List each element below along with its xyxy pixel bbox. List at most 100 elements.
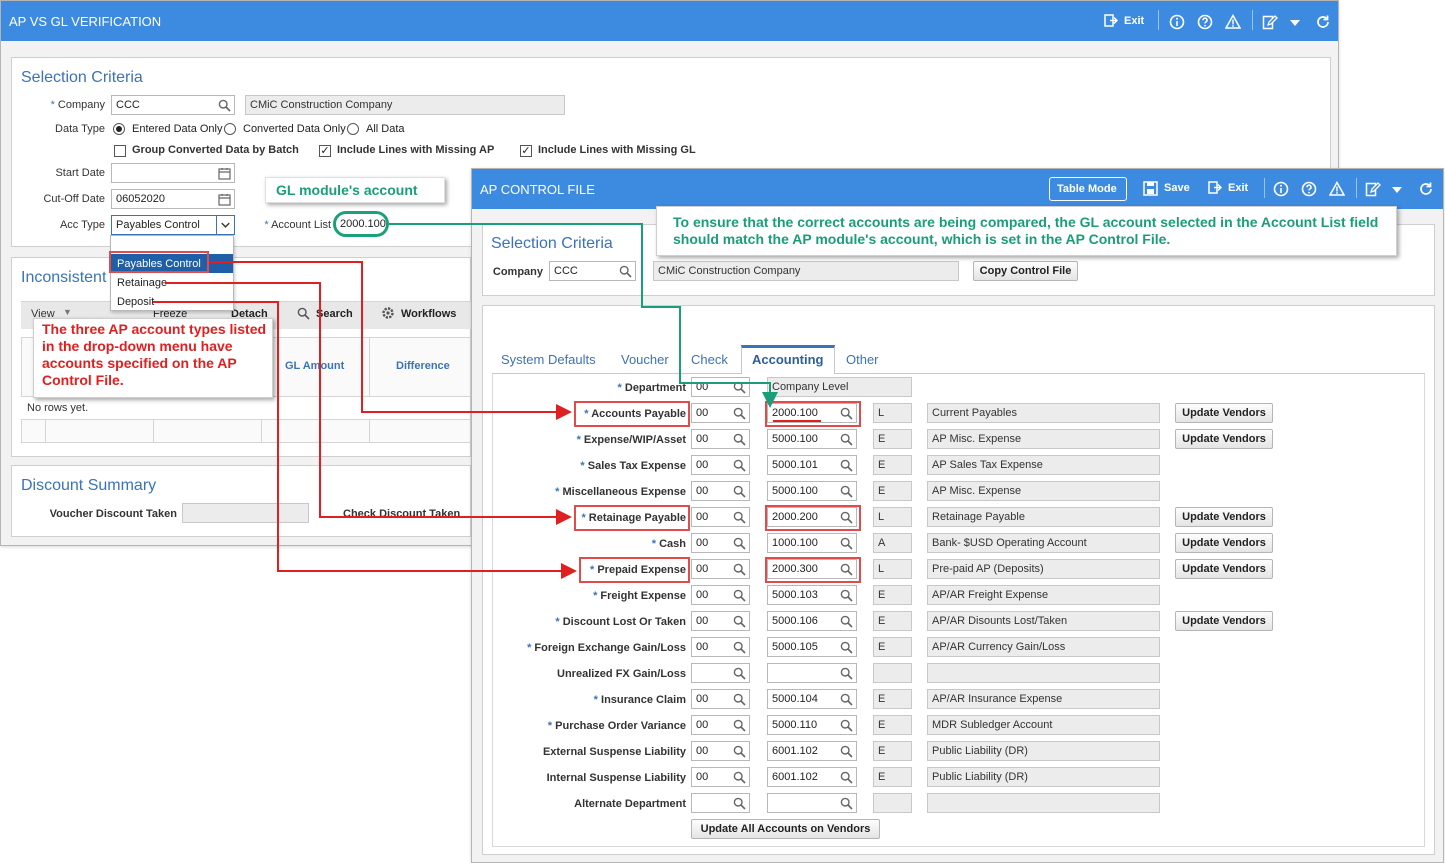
search-icon[interactable]: [840, 537, 853, 550]
search-icon[interactable]: [840, 641, 853, 654]
tab-accounting[interactable]: Accounting: [752, 352, 824, 367]
alternate-department-dept-input[interactable]: [691, 793, 750, 813]
discount-lost-or-taken-account-input[interactable]: 5000.106: [767, 611, 857, 631]
search-button[interactable]: Search: [316, 308, 353, 320]
insurance-claim-dept-input[interactable]: 00: [691, 689, 750, 709]
ap-control-company-input[interactable]: CCC: [549, 261, 636, 281]
exit-icon[interactable]: [1208, 181, 1222, 195]
unrealized-fx-gain-loss-account-input[interactable]: [767, 663, 857, 683]
expense-wip-asset-update-vendors-button[interactable]: Update Vendors: [1175, 429, 1273, 449]
external-suspense-liability-account-input[interactable]: 6001.102: [767, 741, 857, 761]
search-icon[interactable]: [840, 485, 853, 498]
help-icon[interactable]: [1301, 181, 1317, 197]
expense-wip-asset-account-input[interactable]: 5000.100: [767, 429, 857, 449]
edit-icon[interactable]: [1262, 14, 1278, 30]
freight-expense-account-input[interactable]: 5000.103: [767, 585, 857, 605]
calendar-icon[interactable]: [218, 193, 231, 206]
save-icon[interactable]: [1143, 181, 1158, 196]
company-input[interactable]: CCC: [111, 95, 235, 115]
search-icon[interactable]: [733, 615, 746, 628]
warning-icon[interactable]: [1225, 14, 1241, 30]
update-all-accounts-button[interactable]: Update All Accounts on Vendors: [691, 819, 880, 839]
purchase-order-variance-account-input[interactable]: 5000.110: [767, 715, 857, 735]
search-icon[interactable]: [733, 511, 746, 524]
include-missing-gl-checkbox[interactable]: ✓: [520, 145, 532, 157]
search-icon[interactable]: [733, 641, 746, 654]
search-icon[interactable]: [733, 537, 746, 550]
dropdown-icon[interactable]: [1389, 182, 1405, 198]
search-icon[interactable]: [733, 459, 746, 472]
miscellaneous-expense-account-input[interactable]: 5000.100: [767, 481, 857, 501]
search-icon[interactable]: [218, 99, 231, 112]
retainage-payable-update-vendors-button[interactable]: Update Vendors: [1175, 507, 1273, 527]
calendar-icon[interactable]: [218, 167, 231, 180]
foreign-exchange-gain-loss-account-input[interactable]: 5000.105: [767, 637, 857, 657]
edit-icon[interactable]: [1365, 181, 1381, 197]
external-suspense-liability-dept-input[interactable]: 00: [691, 741, 750, 761]
refresh-icon[interactable]: [1418, 181, 1434, 197]
discount-lost-or-taken-update-vendors-button[interactable]: Update Vendors: [1175, 611, 1273, 631]
search-icon[interactable]: [840, 771, 853, 784]
info-icon[interactable]: [1169, 14, 1185, 30]
cash-update-vendors-button[interactable]: Update Vendors: [1175, 533, 1273, 553]
discount-lost-or-taken-dept-input[interactable]: 00: [691, 611, 750, 631]
tab-voucher[interactable]: Voucher: [621, 352, 669, 367]
dropdown-option-retainage[interactable]: Retainage: [117, 277, 167, 289]
tab-other[interactable]: Other: [846, 352, 879, 367]
search-icon[interactable]: [733, 563, 746, 576]
search-icon[interactable]: [733, 381, 746, 394]
search-icon[interactable]: [733, 667, 746, 680]
dropdown-icon[interactable]: [1287, 15, 1303, 31]
all-data-radio[interactable]: [347, 123, 359, 135]
gl-amount-column-header[interactable]: GL Amount: [285, 360, 344, 372]
include-missing-ap-checkbox[interactable]: ✓: [319, 145, 331, 157]
info-icon[interactable]: [1273, 181, 1289, 197]
exit-button[interactable]: Exit: [1228, 182, 1248, 194]
department-input[interactable]: 00: [691, 377, 750, 397]
difference-column-header[interactable]: Difference: [396, 360, 450, 372]
alternate-department-account-input[interactable]: [767, 793, 857, 813]
tab-system-defaults[interactable]: System Defaults: [501, 352, 596, 367]
search-icon[interactable]: [840, 459, 853, 472]
unrealized-fx-gain-loss-dept-input[interactable]: [691, 663, 750, 683]
acc-type-select[interactable]: Payables Control: [111, 215, 235, 235]
accounts-payable-dept-input[interactable]: 00: [691, 403, 750, 423]
sales-tax-expense-account-input[interactable]: 5000.101: [767, 455, 857, 475]
search-icon[interactable]: [733, 407, 746, 420]
search-icon[interactable]: [840, 667, 853, 680]
workflows-button[interactable]: Workflows: [401, 308, 456, 320]
search-icon[interactable]: [840, 797, 853, 810]
group-converted-checkbox[interactable]: [114, 145, 126, 157]
search-icon[interactable]: [733, 745, 746, 758]
search-icon[interactable]: [840, 745, 853, 758]
search-icon[interactable]: [733, 433, 746, 446]
refresh-icon[interactable]: [1315, 14, 1331, 30]
expense-wip-asset-dept-input[interactable]: 00: [691, 429, 750, 449]
foreign-exchange-gain-loss-dept-input[interactable]: 00: [691, 637, 750, 657]
search-icon[interactable]: [840, 589, 853, 602]
search-icon[interactable]: [619, 265, 632, 278]
search-icon[interactable]: [840, 433, 853, 446]
search-icon[interactable]: [733, 589, 746, 602]
entered-data-only-radio[interactable]: [113, 123, 125, 135]
cutoff-date-input[interactable]: 06052020: [111, 189, 235, 209]
purchase-order-variance-dept-input[interactable]: 00: [691, 715, 750, 735]
accounts-payable-update-vendors-button[interactable]: Update Vendors: [1175, 403, 1273, 423]
cash-account-input[interactable]: 1000.100: [767, 533, 857, 553]
chevron-down-icon[interactable]: [216, 215, 234, 235]
start-date-input[interactable]: [111, 163, 235, 183]
internal-suspense-liability-account-input[interactable]: 6001.102: [767, 767, 857, 787]
search-icon[interactable]: [733, 693, 746, 706]
insurance-claim-account-input[interactable]: 5000.104: [767, 689, 857, 709]
search-icon[interactable]: [840, 719, 853, 732]
search-icon[interactable]: [840, 615, 853, 628]
prepaid-expense-dept-input[interactable]: 00: [691, 559, 750, 579]
dropdown-option-deposit[interactable]: Deposit: [117, 296, 154, 308]
cash-dept-input[interactable]: 00: [691, 533, 750, 553]
search-icon[interactable]: [733, 719, 746, 732]
converted-data-only-radio[interactable]: [224, 123, 236, 135]
prepaid-expense-update-vendors-button[interactable]: Update Vendors: [1175, 559, 1273, 579]
tab-check[interactable]: Check: [691, 352, 728, 367]
search-icon[interactable]: [840, 693, 853, 706]
sales-tax-expense-dept-input[interactable]: 00: [691, 455, 750, 475]
